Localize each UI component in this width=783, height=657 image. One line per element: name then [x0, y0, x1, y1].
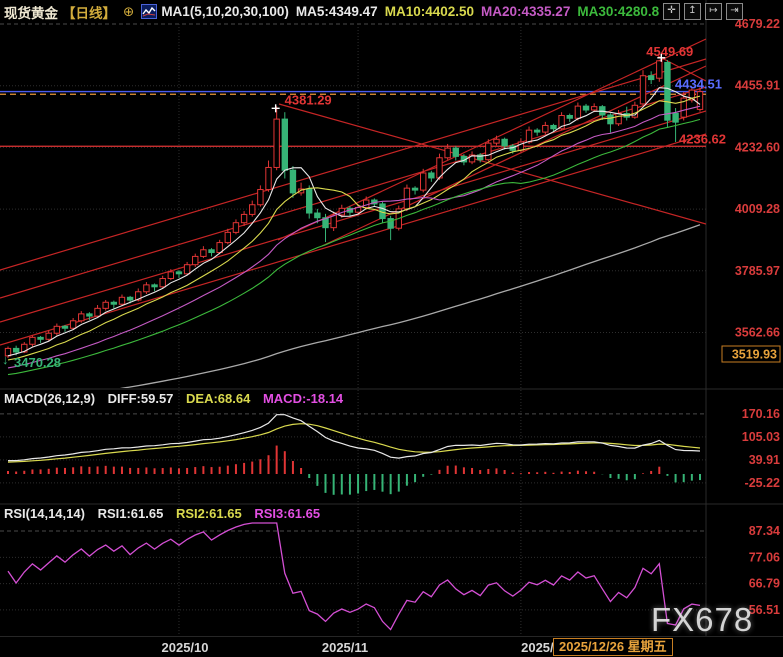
ma-lines: [8, 88, 700, 405]
ma10-value: MA10:4402.50: [385, 4, 474, 19]
ma5-value: MA5:4349.47: [296, 4, 378, 19]
rsi2-value: RSI2:61.65: [176, 506, 242, 521]
macd-axis-label: 105.03: [742, 430, 780, 444]
period-label: 【日线】: [62, 2, 116, 22]
month-label-oct: 2025/10: [162, 640, 209, 655]
chart-type-icon[interactable]: [141, 4, 157, 19]
price-annotation: 4236.62: [679, 131, 726, 146]
price-annotation: 4434.51: [675, 77, 722, 92]
macd-axis-label: -25.22: [745, 476, 780, 490]
price-axis-label: 3785.97: [735, 264, 780, 278]
month-label-nov: 2025/11: [322, 640, 368, 655]
fx678-watermark: FX678: [651, 601, 753, 639]
collapse-icon[interactable]: ⊕: [123, 4, 134, 20]
boxed-axis-label: 3519.93: [732, 348, 777, 362]
ma30-value: MA30:4280.8: [577, 4, 659, 19]
chart-toolbar: ✛ ↥ ↦ ⇥: [659, 3, 743, 20]
rsi-indicator-row: RSI(14,14,14) RSI1:61.65 RSI2:61.65 RSI3…: [4, 506, 329, 521]
time-axis[interactable]: 2025/10 2025/11 2025/1 2025/12/26 星期五: [0, 636, 783, 657]
macd-diff-value: DIFF:59.57: [108, 391, 174, 406]
price-annotation: 4549.69: [646, 44, 693, 59]
y-axis-scale-icon[interactable]: ↥: [684, 3, 701, 20]
macd-params-label: MACD(26,12,9): [4, 391, 95, 406]
price-axis-label: 4232.60: [735, 140, 780, 154]
x-axis-scale-icon[interactable]: ↦: [705, 3, 722, 20]
macd-indicator-row: MACD(26,12,9) DIFF:59.57 DEA:68.64 MACD:…: [4, 391, 352, 406]
ma20-value: MA20:4335.27: [481, 4, 570, 19]
macd-dea-value: DEA:68.64: [186, 391, 250, 406]
macd-axis-label: 170.16: [742, 407, 780, 421]
rsi-axis-label: 87.34: [749, 524, 780, 538]
price-annotation: 4381.29: [285, 92, 332, 107]
current-date-badge: 2025/12/26 星期五: [553, 638, 673, 656]
rsi3-value: RSI3:61.65: [254, 506, 320, 521]
price-axis-label: 4455.91: [735, 79, 780, 93]
candlestick-chart-canvas[interactable]: 4679.224455.914232.604009.283785.973562.…: [0, 0, 783, 657]
rsi-line: [8, 523, 700, 630]
trendlines: [0, 39, 706, 345]
rsi-axis-label: 66.79: [749, 577, 780, 591]
pan-icon[interactable]: ✛: [663, 3, 680, 20]
rsi-axis-label: 56.51: [749, 603, 780, 617]
rsi-axis-label: 77.06: [749, 550, 780, 564]
chart-app: 4679.224455.914232.604009.283785.973562.…: [0, 0, 783, 657]
macd-macd-value: MACD:-18.14: [263, 391, 343, 406]
chart-header: 现货黄金 【日线】 ⊕ MA1(5,10,20,30,100) MA5:4349…: [4, 2, 666, 21]
symbol-name: 现货黄金: [4, 2, 58, 22]
price-axis-label: 4009.28: [735, 202, 780, 216]
rsi1-value: RSI1:61.65: [98, 506, 164, 521]
exit-chart-icon[interactable]: ⇥: [726, 3, 743, 20]
price-annotation: ↓: [2, 352, 9, 367]
rsi-params-label: RSI(14,14,14): [4, 506, 85, 521]
price-axis-label: 3562.66: [735, 325, 780, 339]
ma-group-label: MA1(5,10,20,30,100): [161, 4, 289, 19]
price-annotation: 3470.28: [14, 355, 61, 370]
macd-axis-label: 39.91: [749, 453, 780, 467]
